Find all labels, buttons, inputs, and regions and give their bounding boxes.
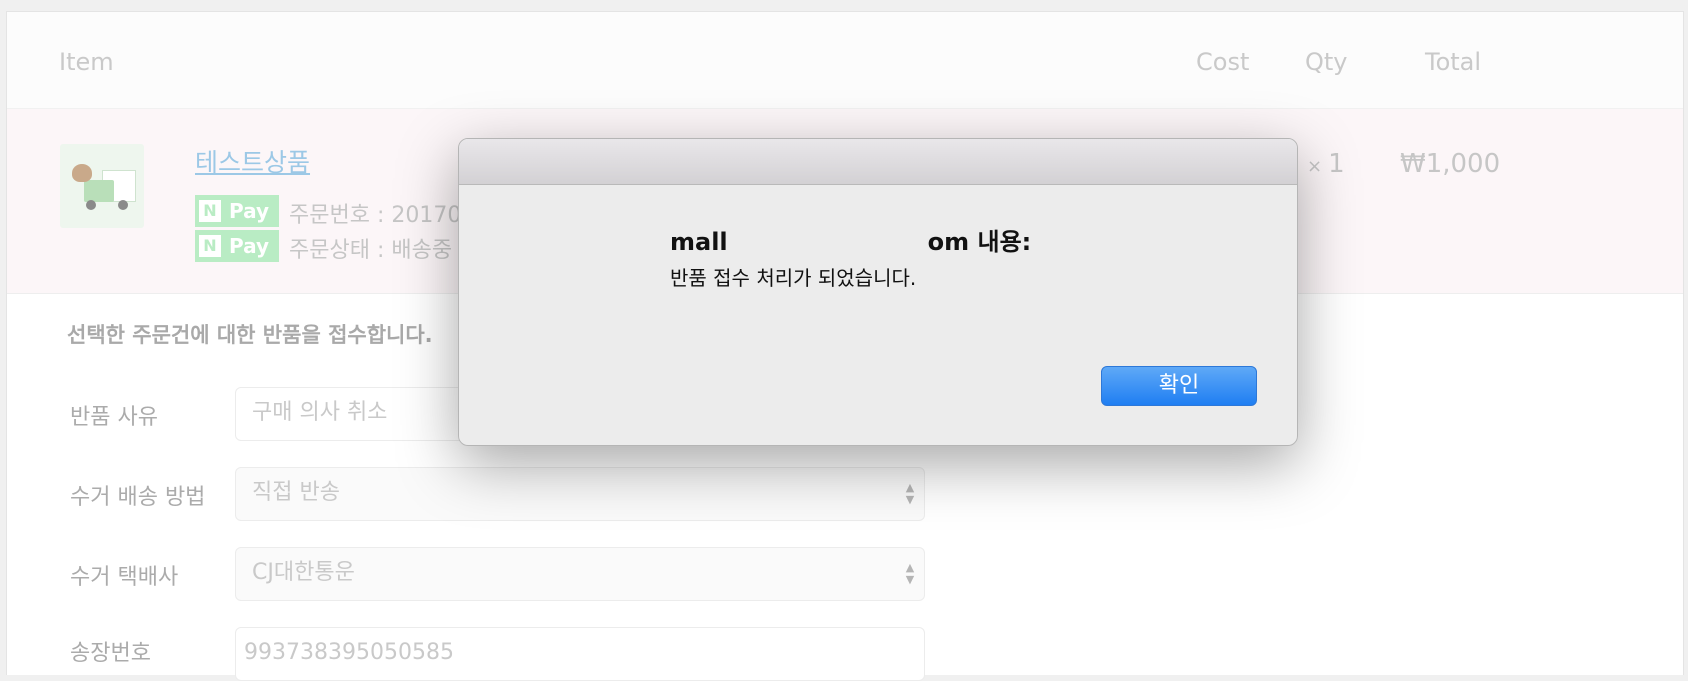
ok-button[interactable]: 확인 [1101,366,1257,406]
alert-dialog: mall om 내용: 반품 접수 처리가 되었습니다. 확인 [458,138,1298,446]
alert-title: mall om 내용: [670,228,1032,257]
order-number: 주문번호 : 20170 [289,203,462,228]
invoice-input[interactable]: 993738395050585 [235,627,925,681]
select-arrows-icon: ▲ ▼ [905,481,915,506]
header-cost: Cost [1196,48,1250,76]
courier-select[interactable]: CJ대한통운 ▲ ▼ [235,547,925,601]
npay-badge: N Pay [195,195,279,227]
bear-icon [72,164,92,182]
product-thumbnail[interactable] [60,144,144,228]
select-arrows-icon: ▲ ▼ [905,561,915,586]
method-label: 수거 배송 방법 [70,485,206,510]
quantity: × 1 [1307,149,1345,179]
npay-badge: N Pay [195,230,279,262]
header-total: Total [1425,48,1482,76]
table-header: Item Cost Qty Total [7,12,1683,109]
line-total: ₩1,000 [1400,149,1501,179]
header-item: Item [59,48,114,76]
courier-label: 수거 택배사 [70,565,179,590]
npay-n-icon: N [199,200,221,222]
redacted-region [727,229,928,257]
return-notice: 선택한 주문건에 대한 반품을 접수합니다. [67,323,433,347]
header-qty: Qty [1305,48,1348,76]
dialog-titlebar [459,139,1297,185]
npay-n-icon: N [199,235,221,257]
alert-message: 반품 접수 처리가 되었습니다. [670,266,917,290]
invoice-label: 송장번호 [70,641,151,666]
method-select[interactable]: 직접 반송 ▲ ▼ [235,467,925,521]
multiply-icon: × [1307,156,1323,177]
order-status: 주문상태 : 배송중 [289,238,453,263]
reason-label: 반품 사유 [70,405,158,430]
product-name-link[interactable]: 테스트상품 [195,143,310,179]
